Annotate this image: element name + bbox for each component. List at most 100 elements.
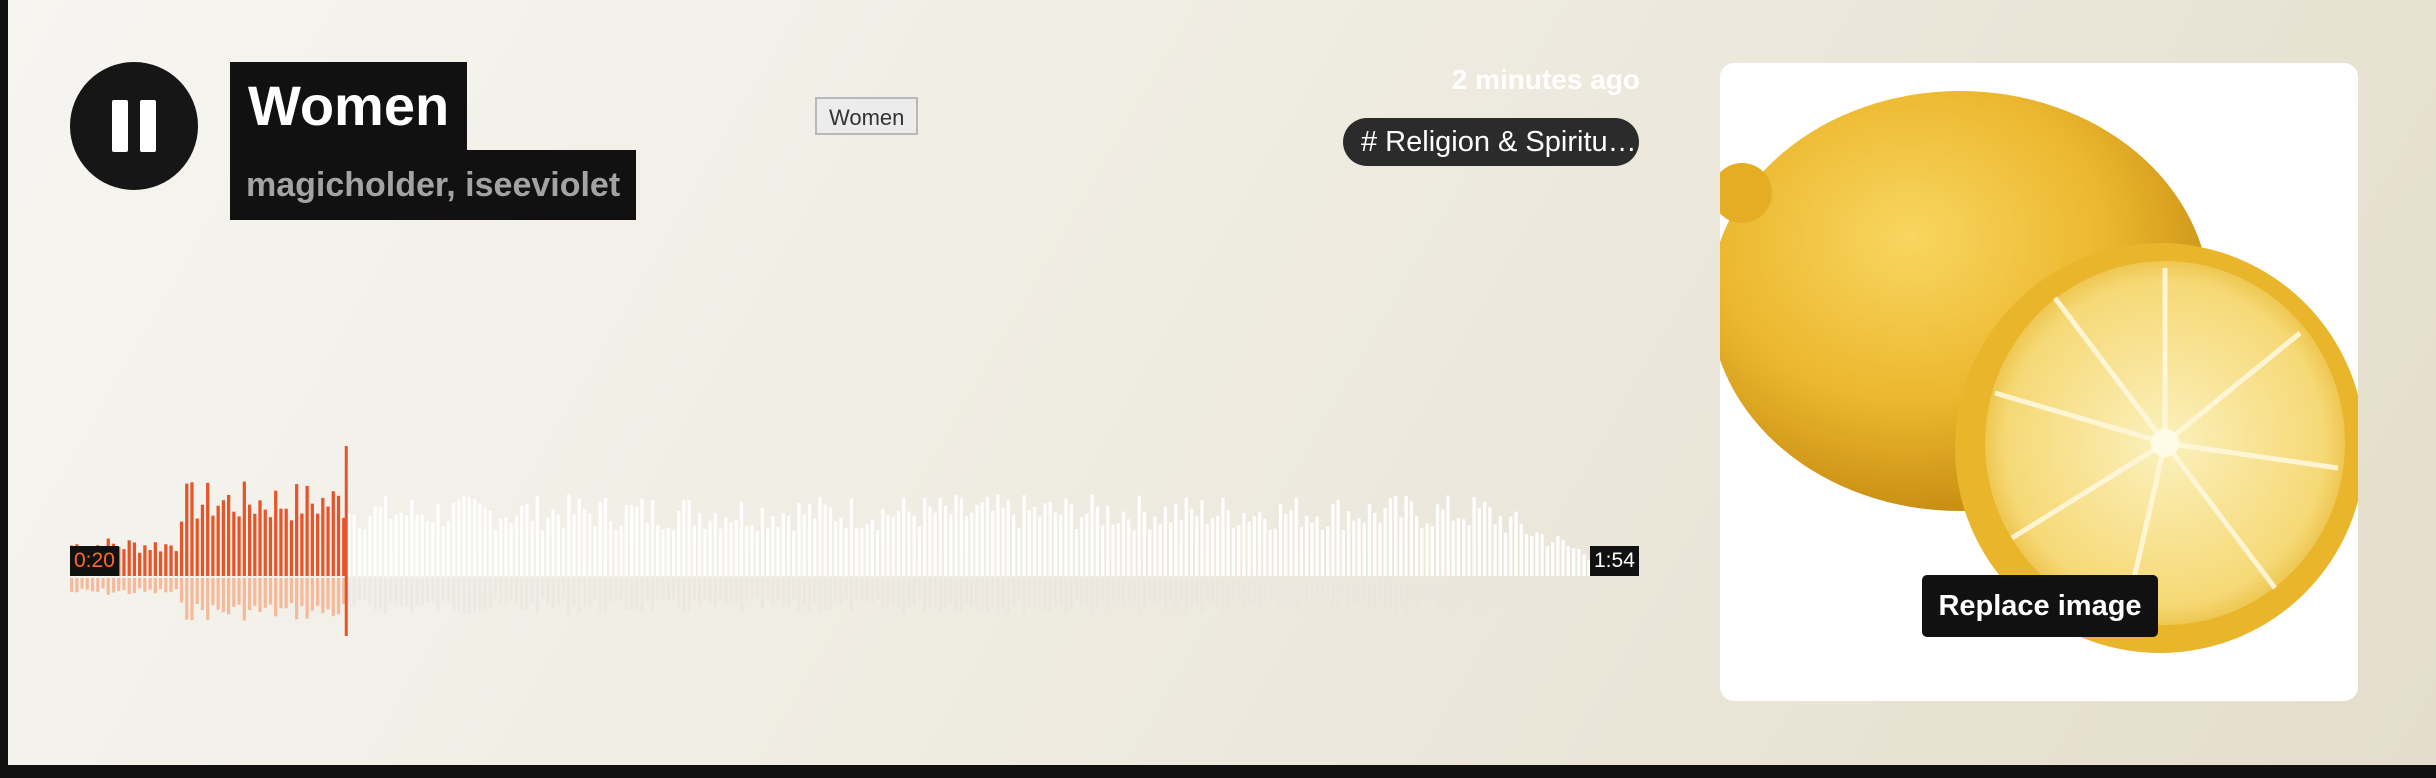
waveform-bar — [331, 491, 335, 576]
waveform-bar — [671, 530, 676, 576]
waveform-reflection — [1514, 578, 1518, 607]
waveform-bar — [855, 527, 859, 576]
waveform-reflection — [1373, 578, 1377, 607]
waveform-bar — [991, 510, 995, 576]
waveform-bar — [1399, 516, 1403, 576]
waveform-bar — [1231, 527, 1236, 576]
waveform-bar — [1090, 494, 1094, 576]
waveform-bar — [959, 498, 963, 576]
waveform-reflection — [1535, 578, 1539, 598]
waveform-bar — [216, 505, 220, 576]
waveform-bar — [933, 512, 937, 576]
waveform-reflection — [1210, 578, 1215, 604]
waveform-bar — [818, 496, 822, 576]
waveform-reflection — [959, 578, 963, 613]
waveform-bar — [713, 513, 717, 576]
replace-image-button[interactable]: Replace image — [1922, 575, 2158, 637]
waveform-bar — [1074, 529, 1079, 576]
waveform-reflection — [928, 578, 932, 610]
waveform-bar — [1519, 524, 1523, 576]
waveform-reflection — [321, 578, 325, 614]
waveform-bar — [1577, 549, 1581, 576]
waveform-bar — [760, 508, 765, 576]
waveform-bar — [954, 495, 958, 576]
waveform-bar — [1388, 498, 1393, 576]
waveform-reflection — [1205, 578, 1209, 602]
waveform-reflection — [200, 578, 205, 611]
waveform-bar — [1488, 507, 1492, 576]
waveform-bar — [347, 514, 351, 576]
waveform-bar — [687, 499, 691, 576]
waveform-reflection — [106, 578, 110, 595]
waveform-reflection — [70, 578, 74, 592]
waveform-bar — [1163, 506, 1168, 576]
waveform-reflection — [985, 578, 990, 614]
waveform-reflection — [425, 578, 430, 603]
waveform-reflection — [1121, 578, 1126, 608]
waveform-bar — [352, 514, 356, 576]
track-duration: 1:54 — [1590, 546, 1639, 576]
waveform-bar — [310, 503, 314, 576]
waveform-bar — [786, 515, 791, 576]
waveform-bar — [1200, 500, 1204, 576]
waveform-bar — [593, 526, 597, 576]
track-artists[interactable]: magicholder, iseeviolet — [230, 150, 637, 220]
waveform-reflection — [1080, 578, 1084, 605]
track-title[interactable]: Women — [230, 62, 468, 150]
playhead[interactable] — [344, 446, 348, 636]
waveform-reflection — [384, 578, 388, 615]
waveform-bar — [1017, 528, 1021, 576]
waveform-reflection — [75, 578, 79, 593]
waveform-reflection — [1608, 578, 1612, 585]
waveform-bar — [1472, 497, 1476, 576]
waveform-reflection — [1483, 578, 1487, 612]
waveform-reflection — [818, 578, 822, 614]
waveform[interactable] — [70, 430, 1640, 640]
waveform-reflection — [1153, 578, 1157, 605]
waveform-bar — [860, 528, 864, 576]
waveform-bar — [635, 506, 639, 576]
waveform-reflection — [1022, 578, 1026, 615]
waveform-reflection — [1100, 578, 1105, 601]
waveform-bar — [1315, 516, 1319, 576]
waveform-reflection — [268, 578, 273, 605]
waveform-bar — [295, 484, 299, 576]
waveform-reflection — [745, 578, 749, 601]
genre-tag[interactable]: # Religion & Spiritu… — [1343, 118, 1639, 166]
waveform-reflection — [1624, 578, 1628, 584]
waveform-reflection — [692, 578, 697, 601]
waveform-bar — [493, 530, 498, 576]
waveform-bar — [1336, 499, 1340, 576]
waveform-reflection — [1257, 578, 1262, 607]
waveform-reflection — [446, 578, 451, 603]
waveform-reflection — [891, 578, 895, 605]
waveform-reflection — [729, 578, 733, 603]
waveform-reflection — [117, 578, 121, 592]
waveform-reflection — [556, 578, 560, 606]
waveform-bar — [1435, 504, 1440, 576]
waveform-reflection — [943, 578, 948, 610]
waveform-reflection — [347, 578, 351, 606]
waveform-reflection — [656, 578, 660, 602]
waveform-reflection — [300, 578, 304, 607]
waveform-reflection — [472, 578, 477, 613]
waveform-bar — [588, 513, 592, 576]
waveform-reflection — [609, 578, 613, 603]
waveform-bar — [1043, 503, 1047, 576]
waveform-bar — [394, 514, 398, 576]
waveform-reflection — [724, 578, 728, 605]
waveform-reflection — [1221, 578, 1225, 614]
waveform-reflection — [1587, 578, 1591, 586]
waveform-bar — [975, 505, 979, 576]
waveform-reflection — [865, 578, 869, 602]
waveform-reflection — [478, 578, 482, 611]
waveform-bar — [504, 517, 508, 576]
waveform-reflection — [598, 578, 602, 612]
waveform-bar — [185, 483, 189, 576]
waveform-reflection — [1451, 578, 1455, 603]
pause-button[interactable] — [70, 62, 198, 190]
waveform-bar — [577, 498, 581, 576]
waveform-reflection — [169, 578, 173, 592]
waveform-bar — [1571, 548, 1576, 576]
waveform-bar — [441, 526, 445, 576]
